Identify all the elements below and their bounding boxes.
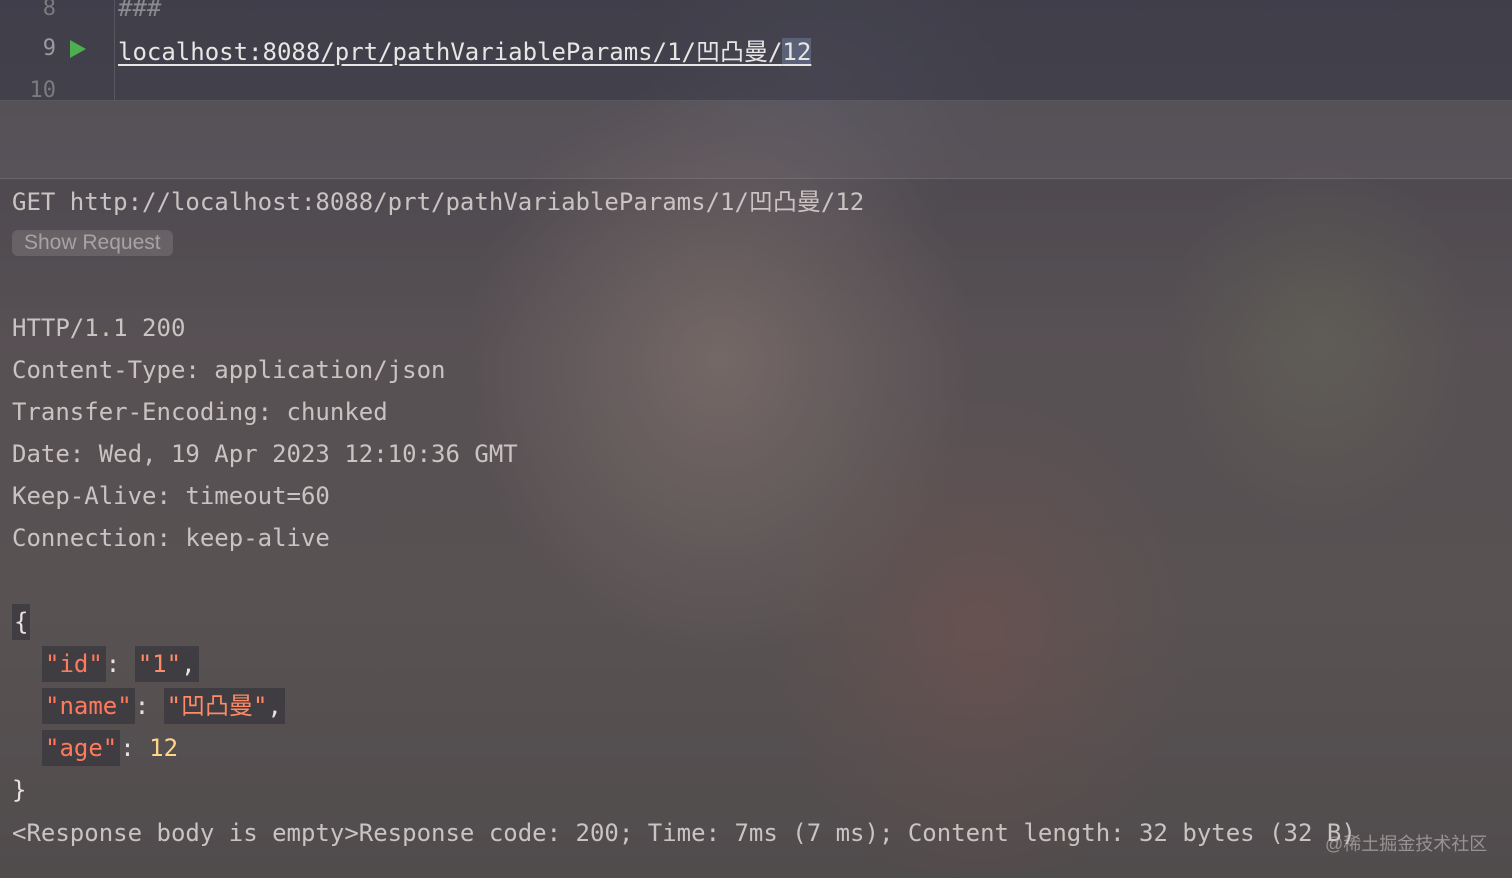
- request-url-text: localhost:8088/prt/pathVariableParams/1/…: [118, 38, 783, 66]
- response-header: Connection: keep-alive: [12, 524, 330, 552]
- separator-comment[interactable]: ###: [118, 0, 161, 22]
- json-key: "age": [45, 734, 118, 762]
- response-header: Date: Wed, 19 Apr 2023 12:10:36 GMT: [12, 440, 518, 468]
- json-field-name: "name": "凹凸曼",: [42, 688, 285, 724]
- brace: {: [12, 604, 31, 640]
- response-header: Content-Type: application/json: [12, 356, 446, 384]
- request-url[interactable]: localhost:8088/prt/pathVariableParams/1/…: [118, 32, 812, 67]
- response-header: Keep-Alive: timeout=60: [12, 482, 330, 510]
- json-field-id: "id": "1",: [42, 646, 199, 682]
- json-comma: ,: [181, 650, 196, 678]
- json-field-age: "age": 12: [42, 730, 178, 766]
- editor-line-9[interactable]: 9 localhost:8088/prt/pathVariableParams/…: [0, 30, 1512, 72]
- request-url-selected: 12: [782, 38, 812, 66]
- json-key: "id": [45, 650, 103, 678]
- response-toolbar: [0, 101, 1512, 179]
- status-line: HTTP/1.1 200: [12, 314, 186, 342]
- show-request-button[interactable]: Show Request: [12, 230, 173, 256]
- json-key: "name": [45, 692, 132, 720]
- response-output: GET http://localhost:8088/prt/pathVariab…: [12, 184, 1356, 847]
- brace: }: [12, 776, 27, 804]
- response-header: Transfer-Encoding: chunked: [12, 398, 388, 426]
- request-line: GET http://localhost:8088/prt/pathVariab…: [12, 188, 865, 216]
- run-play-icon[interactable]: [68, 38, 88, 60]
- json-value: "凹凸曼": [166, 692, 268, 720]
- json-value: "1": [137, 650, 182, 678]
- line-number: 9: [42, 36, 56, 61]
- http-request-editor[interactable]: 8 ### 9 localhost:8088/prt/pathVariableP…: [0, 0, 1512, 103]
- json-comma: ,: [267, 692, 282, 720]
- line-number: 10: [29, 78, 57, 103]
- editor-line-8[interactable]: 8 ###: [0, 0, 1512, 28]
- watermark: @稀土掘金技术社区: [1325, 834, 1488, 854]
- response-footer: <Response body is empty>Response code: 2…: [12, 819, 1356, 847]
- json-close-brace: }: [12, 772, 26, 808]
- json-value: 12: [149, 734, 179, 762]
- line-number: 8: [42, 0, 56, 21]
- json-open-brace: {: [12, 604, 31, 640]
